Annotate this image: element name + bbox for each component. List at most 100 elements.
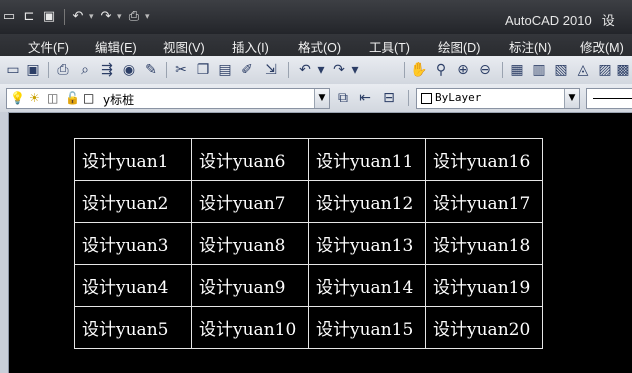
- toolbar-separator: [408, 90, 409, 106]
- menu-bar: 文件(F) 编辑(E) 视图(V) 插入(I) 格式(O) 工具(T) 绘图(D…: [0, 34, 632, 56]
- table-cell[interactable]: 设计yuan2: [74, 180, 192, 223]
- table-cell[interactable]: 设计yuan14: [308, 264, 426, 307]
- table-cell[interactable]: 设计yuan11: [308, 138, 426, 181]
- chevron-down-icon[interactable]: ▼: [564, 89, 579, 108]
- toolbar-separator: [502, 62, 503, 78]
- current-layer-name: y标桩: [103, 93, 135, 107]
- toolbar-separator: [288, 62, 289, 78]
- table-cell[interactable]: 设计yuan12: [308, 180, 426, 223]
- table-cell[interactable]: 设计yuan9: [191, 264, 309, 307]
- toolbar-separator: [48, 62, 49, 78]
- toolbar-separator: [64, 9, 65, 25]
- block-editor-icon[interactable]: ⇲: [262, 61, 280, 79]
- drawing-area-left-edge: [0, 112, 9, 373]
- table-cell[interactable]: 设计yuan17: [425, 180, 543, 223]
- qnew-icon[interactable]: ▭: [4, 61, 22, 79]
- redo-dropdown-icon[interactable]: ▾: [117, 8, 125, 26]
- menu-format[interactable]: 格式(O): [298, 37, 341, 56]
- pan-icon[interactable]: ✋: [410, 61, 428, 79]
- table-row: 设计yuan3 设计yuan8 设计yuan13 设计yuan18: [74, 222, 543, 265]
- zoom-previous-icon[interactable]: ⊖: [476, 61, 494, 79]
- table-row: 设计yuan2 设计yuan7 设计yuan12 设计yuan17: [74, 180, 543, 223]
- table-cell[interactable]: 设计yuan18: [425, 222, 543, 265]
- chevron-down-icon[interactable]: ▼: [314, 89, 329, 108]
- properties-icon[interactable]: ▦: [508, 61, 526, 79]
- layer-freeze-sun-icon[interactable]: ☀: [29, 90, 40, 106]
- menu-file[interactable]: 文件(F): [28, 37, 69, 56]
- publish-icon[interactable]: ⇶: [98, 61, 116, 79]
- zoom-realtime-icon[interactable]: ⚲: [432, 61, 450, 79]
- table-cell[interactable]: 设计yuan6: [191, 138, 309, 181]
- save-icon[interactable]: ▣: [40, 8, 58, 26]
- open-folder-icon[interactable]: ⊏: [20, 8, 38, 26]
- menu-insert[interactable]: 插入(I): [232, 37, 269, 56]
- layer-lock-icon[interactable]: 🔓: [65, 90, 80, 106]
- drawing-title-fragment: 设: [601, 13, 615, 28]
- layer-viewport-freeze-icon[interactable]: ◫: [47, 90, 58, 106]
- print-preview-icon[interactable]: ⌕: [76, 61, 94, 79]
- layer-previous-icon[interactable]: ⇤: [356, 89, 374, 107]
- color-control-dropdown[interactable]: ByLayer ▼: [416, 88, 580, 109]
- app-title-text: AutoCAD 2010: [505, 13, 592, 28]
- color-swatch-icon: [421, 93, 432, 104]
- table-cell[interactable]: 设计yuan16: [425, 138, 543, 181]
- quick-access-menu-icon[interactable]: ▾: [145, 8, 153, 26]
- 3d-dwf-icon[interactable]: ◉: [120, 61, 138, 79]
- undo-icon[interactable]: ↶: [69, 8, 87, 26]
- layer-on-bulb-icon[interactable]: 💡: [10, 90, 25, 106]
- redo-icon[interactable]: ↷: [97, 8, 115, 26]
- menu-tools[interactable]: 工具(T): [369, 37, 410, 56]
- linetype-control-dropdown[interactable]: [586, 88, 632, 109]
- app-title: AutoCAD 2010 设: [505, 10, 615, 29]
- layer-color-swatch-icon: □: [83, 91, 95, 105]
- table-cell[interactable]: 设计yuan1: [74, 138, 192, 181]
- drawing-table[interactable]: 设计yuan1 设计yuan6 设计yuan11 设计yuan16 设计yuan…: [74, 138, 543, 349]
- table-cell[interactable]: 设计yuan4: [74, 264, 192, 307]
- toolbar-separator: [404, 62, 405, 78]
- table-row: 设计yuan5 设计yuan10 设计yuan15 设计yuan20: [74, 306, 543, 349]
- table-cell[interactable]: 设计yuan5: [74, 306, 192, 349]
- title-bar: ▭ ⊏ ▣ ↶ ▾ ↷ ▾ ⎙ ▾ AutoCAD 2010 设: [0, 0, 632, 34]
- sheet-set-icon[interactable]: ◬: [574, 61, 592, 79]
- toolbar-separator: [166, 62, 167, 78]
- paste-icon[interactable]: ▤: [216, 61, 234, 79]
- layers-toolbar: 💡 ☀ ◫ 🔓 □ y标桩 ▼ ⧉ ⇤ ⊟ ByLayer ▼: [0, 84, 632, 113]
- print-icon[interactable]: ⎙: [54, 61, 72, 79]
- tool-palettes-icon[interactable]: ▧: [552, 61, 570, 79]
- table-cell[interactable]: 设计yuan8: [191, 222, 309, 265]
- color-value: ByLayer: [435, 91, 482, 104]
- cut-icon[interactable]: ✂: [172, 61, 190, 79]
- undo-dropdown-icon[interactable]: ▾: [89, 8, 97, 26]
- table-cell[interactable]: 设计yuan15: [308, 306, 426, 349]
- calculator-icon[interactable]: ▩: [614, 61, 632, 79]
- new-file-icon[interactable]: ▭: [0, 8, 18, 26]
- menu-modify[interactable]: 修改(M): [580, 37, 624, 56]
- table-row: 设计yuan4 设计yuan9 设计yuan14 设计yuan19: [74, 264, 543, 307]
- table-row: 设计yuan1 设计yuan6 设计yuan11 设计yuan16: [74, 138, 543, 181]
- save-icon[interactable]: ▣: [24, 61, 42, 79]
- match-properties-icon[interactable]: ✐: [238, 61, 256, 79]
- table-cell[interactable]: 设计yuan13: [308, 222, 426, 265]
- design-center-icon[interactable]: ▥: [530, 61, 548, 79]
- undo-dropdown-icon[interactable]: ▾: [312, 61, 330, 79]
- standard-toolbar: ▭ ▣ ⎙ ⌕ ⇶ ◉ ✎ ✂ ❐ ▤ ✐ ⇲ ↶ ▾ ↷ ▾ ✋ ⚲ ⊕ ⊖ …: [0, 56, 632, 85]
- zoom-window-icon[interactable]: ⊕: [454, 61, 472, 79]
- plot-style-icon[interactable]: ✎: [142, 61, 160, 79]
- table-cell[interactable]: 设计yuan19: [425, 264, 543, 307]
- menu-view[interactable]: 视图(V): [163, 37, 205, 56]
- redo-dropdown-icon[interactable]: ▾: [346, 61, 364, 79]
- table-cell[interactable]: 设计yuan10: [191, 306, 309, 349]
- layer-dropdown[interactable]: 💡 ☀ ◫ 🔓 □ y标桩 ▼: [6, 88, 330, 109]
- make-object-layer-current-icon[interactable]: ⧉: [334, 89, 352, 107]
- quick-access-toolbar: ▭ ⊏ ▣ ↶ ▾ ↷ ▾ ⎙ ▾: [0, 6, 153, 28]
- table-cell[interactable]: 设计yuan20: [425, 306, 543, 349]
- menu-edit[interactable]: 编辑(E): [95, 37, 137, 56]
- menu-dimension[interactable]: 标注(N): [509, 37, 551, 56]
- copy-icon[interactable]: ❐: [194, 61, 212, 79]
- table-cell[interactable]: 设计yuan7: [191, 180, 309, 223]
- markup-icon[interactable]: ▨: [596, 61, 614, 79]
- menu-draw[interactable]: 绘图(D): [438, 37, 480, 56]
- layer-states-icon[interactable]: ⊟: [380, 89, 398, 107]
- table-cell[interactable]: 设计yuan3: [74, 222, 192, 265]
- plot-icon[interactable]: ⎙: [125, 8, 143, 26]
